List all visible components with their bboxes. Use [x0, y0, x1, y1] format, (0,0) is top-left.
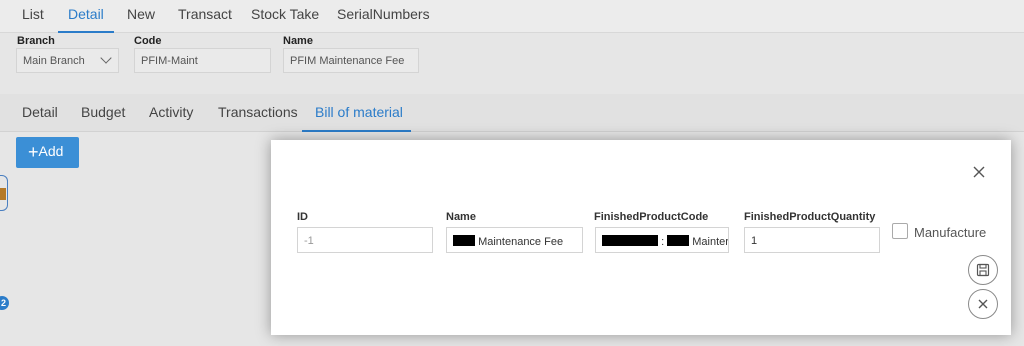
tab-stock-take[interactable]: Stock Take [251, 6, 319, 22]
add-button[interactable]: +Add [16, 137, 79, 168]
bill-of-material-dialog: ID -1 Name Maintenance Fee FinishedProdu… [271, 140, 1011, 335]
tab-new[interactable]: New [127, 6, 155, 22]
branch-select[interactable]: Main Branch [16, 48, 119, 73]
tab-transact[interactable]: Transact [178, 6, 232, 22]
bom-name-field[interactable]: Maintenance Fee [446, 227, 583, 253]
finished-product-code-value: Mainter [692, 236, 729, 248]
code-separator: : [661, 236, 665, 248]
redacted-text [667, 235, 690, 246]
branch-value: Main Branch [23, 55, 85, 67]
cancel-button[interactable] [968, 289, 998, 319]
id-field: -1 [297, 227, 433, 253]
name-label: Name [283, 35, 313, 47]
code-field[interactable]: PFIM-Maint [134, 48, 271, 73]
active-tab-indicator [58, 31, 114, 33]
chevron-down-icon [100, 52, 112, 64]
redacted-text [453, 235, 475, 246]
code-label: Code [134, 35, 162, 47]
side-panel-icon[interactable] [0, 175, 8, 211]
subtab-budget[interactable]: Budget [81, 104, 125, 120]
name-field[interactable]: PFIM Maintenance Fee [283, 48, 419, 73]
tab-list[interactable]: List [22, 6, 44, 22]
notification-badge: 2 [0, 296, 9, 310]
tab-detail[interactable]: Detail [68, 6, 104, 22]
subtab-bill-of-material[interactable]: Bill of material [315, 104, 403, 120]
close-icon[interactable] [972, 165, 986, 179]
finished-product-code-field[interactable]: : Mainter [595, 227, 729, 253]
tab-serial-numbers[interactable]: SerialNumbers [337, 6, 430, 22]
finished-product-quantity-label: FinishedProductQuantity [744, 211, 876, 223]
save-button[interactable] [968, 255, 998, 285]
top-tab-bar: List Detail New Transact Stock Take Seri… [0, 0, 1024, 33]
add-button-label: Add [38, 143, 64, 159]
redacted-text [602, 235, 658, 246]
active-subtab-indicator [302, 130, 411, 132]
save-icon [976, 263, 990, 277]
subtab-detail[interactable]: Detail [22, 104, 58, 120]
manufacture-checkbox[interactable] [892, 223, 908, 239]
side-panel-icon-fill [0, 188, 6, 200]
manufacture-label: Manufacture [914, 225, 987, 240]
sub-tab-bar: Detail Budget Activity Transactions Bill… [0, 94, 1024, 132]
id-label: ID [297, 211, 308, 223]
finished-product-quantity-field[interactable]: 1 [744, 227, 880, 253]
subtab-transactions[interactable]: Transactions [218, 104, 298, 120]
branch-label: Branch [17, 35, 55, 47]
bom-name-value: Maintenance Fee [478, 236, 564, 248]
subtab-activity[interactable]: Activity [149, 104, 193, 120]
finished-product-code-label: FinishedProductCode [594, 211, 709, 223]
plus-icon: + [28, 142, 39, 162]
cancel-icon [978, 299, 988, 309]
bom-name-label: Name [446, 211, 476, 223]
